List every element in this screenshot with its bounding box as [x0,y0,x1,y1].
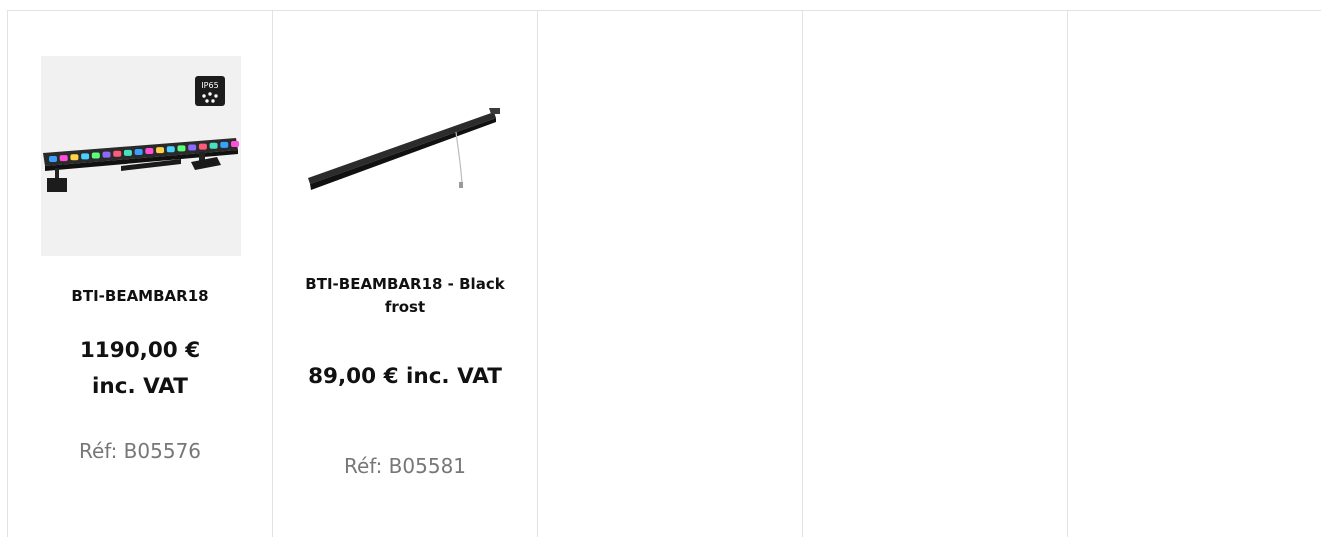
led-dot [49,156,57,162]
led-dot [188,144,197,151]
product-price: 1190,00 € inc. VAT [79,338,201,399]
led-dot [166,146,175,153]
led-dot [113,150,122,157]
led-dot [156,147,165,154]
empty-product-slot [1068,11,1321,537]
led-dot [102,151,111,158]
led-dot [177,145,186,152]
product-reference: Réf: B05576 [78,439,202,463]
empty-product-slot [803,11,1068,537]
product-title[interactable]: BTI-BEAMBAR18 [8,285,272,308]
product-image-frost[interactable] [306,56,506,256]
led-dot [81,153,90,160]
product-title[interactable]: BTI-BEAMBAR18 - Black frost [305,273,505,319]
led-dot [220,141,229,148]
led-dot [59,155,68,162]
product-image-beambar[interactable]: IP65 [41,56,241,256]
product-card[interactable]: BTI-BEAMBAR18 - Black frost 89,00 € inc.… [273,11,538,537]
led-dot [145,148,154,155]
led-dot [198,143,207,150]
led-dot [123,149,132,156]
product-card[interactable]: IP65 BTI-BEAMBAR18 1190,00 € inc. VAT Ré… [8,11,273,537]
led-dot [231,141,239,147]
empty-product-slot [538,11,803,537]
led-dot [134,148,143,155]
svg-text:IP65: IP65 [201,81,218,90]
ip65-badge-icon: IP65 [195,76,225,106]
black-frost-diffuser-icon [308,108,500,190]
product-grid: IP65 BTI-BEAMBAR18 1190,00 € inc. VAT Ré… [7,10,1321,537]
led-dot [209,142,218,149]
product-reference: Réf: B05581 [343,454,467,478]
led-dot [91,152,100,159]
led-dot [70,154,79,161]
product-price: 89,00 € inc. VAT [308,364,502,389]
